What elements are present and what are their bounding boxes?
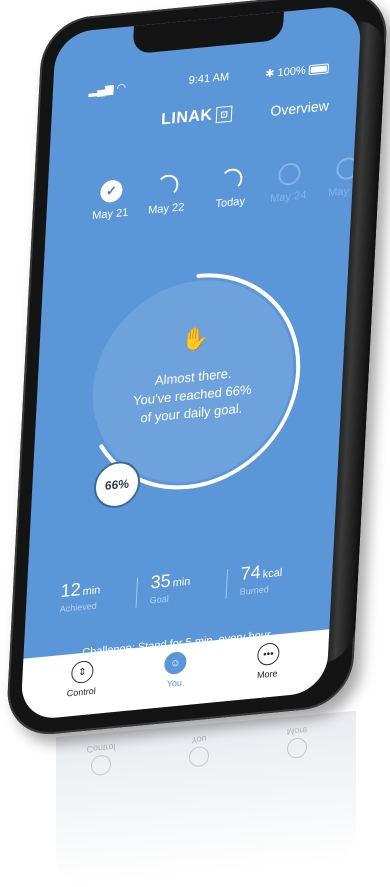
day-may-21[interactable]: ✓ May 21 [82, 177, 140, 223]
progress-ring: ✋ Almost there. You've reached 66% of yo… [67, 244, 320, 518]
stat-burned: 74kcal Burned [239, 561, 283, 597]
check-icon: ✓ [99, 179, 124, 204]
reflection-you: You [174, 732, 224, 768]
user-icon: ☺ [163, 650, 187, 676]
control-icon: ⇕ [70, 659, 94, 685]
stat-achieved: 12min Achieved [59, 579, 101, 615]
battery-icon [308, 63, 330, 76]
day-may-24[interactable]: May 24 [260, 160, 318, 206]
empty-ring-icon [277, 161, 302, 187]
more-icon: ••• [256, 642, 280, 667]
linak-logo: LINAK ⊡ [161, 105, 233, 130]
clapping-hands-icon: ✋ [180, 324, 210, 353]
logo-mark-icon: ⊡ [216, 105, 233, 123]
notch [132, 11, 284, 55]
signal-wifi-icon: ▂▄▆ ◠ [88, 81, 127, 98]
overview-link[interactable]: Overview [270, 97, 329, 119]
day-today[interactable]: Today [202, 166, 260, 212]
header: LINAK ⊡ Overview [50, 93, 357, 147]
phone-frame: ▂▄▆ ◠ 9:41 AM ✱ 100% LINAK ⊡ Overview ✓ M… [5, 0, 389, 739]
tab-more[interactable]: ••• More [237, 640, 299, 682]
day-may-22[interactable]: May 22 [138, 172, 196, 218]
partial-ring-icon [155, 173, 180, 198]
partial-ring-icon [219, 167, 244, 192]
tab-you[interactable]: ☺ You [144, 649, 206, 691]
status-bar: ▂▄▆ ◠ 9:41 AM ✱ 100% [88, 61, 330, 100]
stat-goal: 35min Goal [149, 570, 191, 606]
bluetooth-icon: ✱ [264, 67, 275, 81]
app-screen: ▂▄▆ ◠ 9:41 AM ✱ 100% LINAK ⊡ Overview ✓ M… [20, 4, 362, 722]
tab-control[interactable]: ⇕ Control [51, 658, 113, 700]
reflection: Control You More [56, 710, 356, 887]
reflection-more: More [272, 724, 322, 760]
status-time: 9:41 AM [188, 70, 230, 87]
reflection-control: Control [76, 741, 126, 777]
day-selector: ✓ May 21 May 22 Today May 24 May 25 [81, 156, 362, 233]
stats-row: 12min Achieved 35min Goal 74kcal Burned [59, 557, 313, 625]
battery-percent: 100% [277, 64, 307, 80]
status-right: ✱ 100% [264, 61, 330, 81]
